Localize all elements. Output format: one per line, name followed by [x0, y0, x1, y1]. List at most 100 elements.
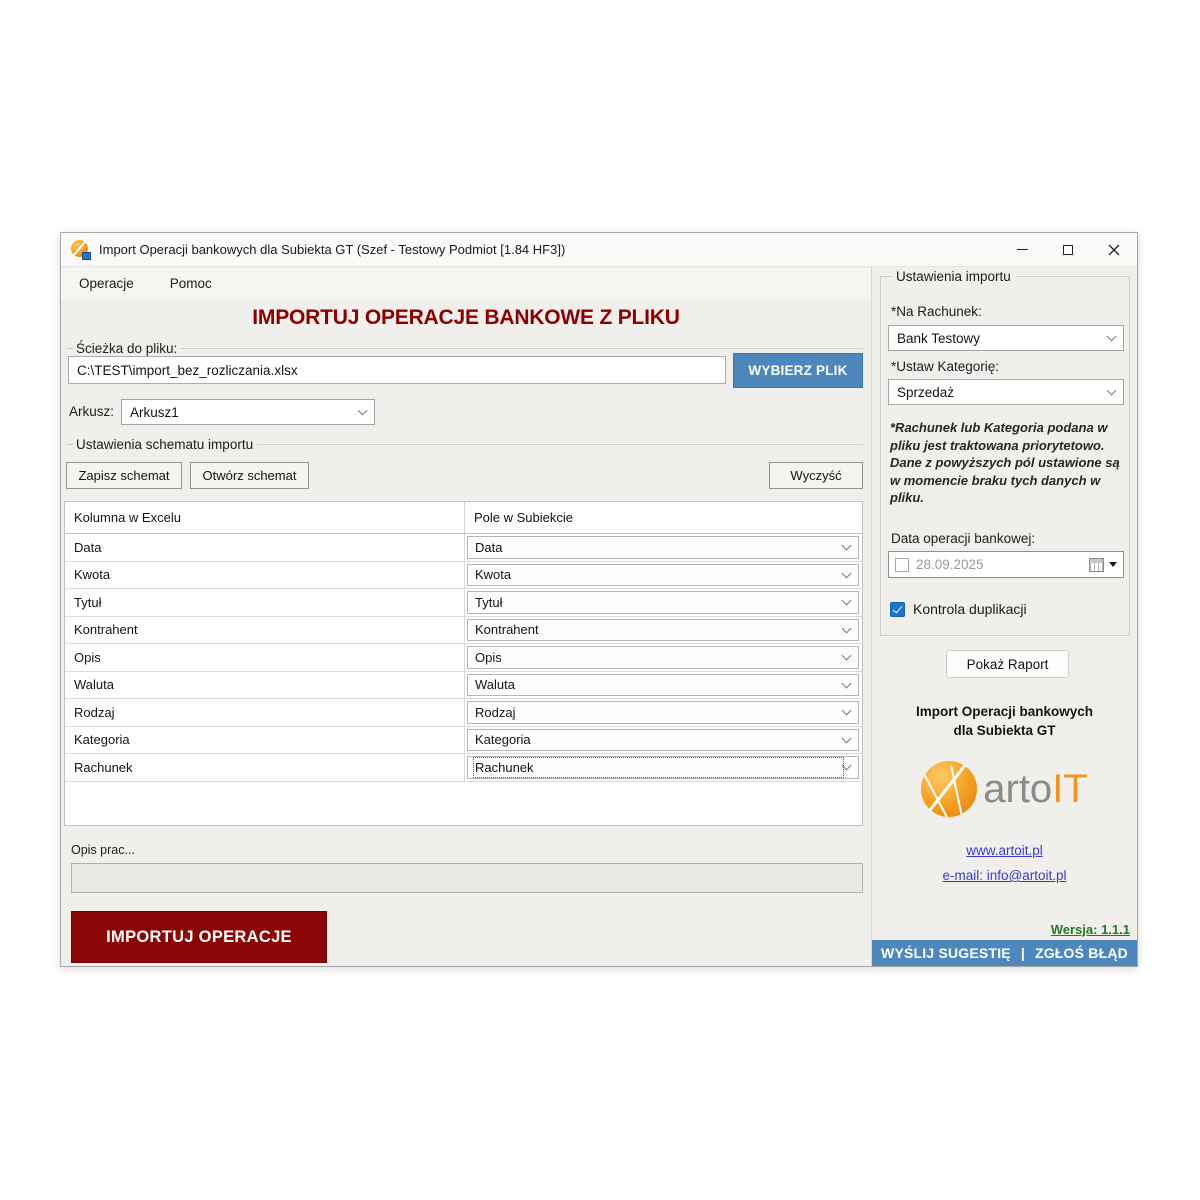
- progress-bar: [71, 863, 863, 893]
- chevron-down-icon: [358, 406, 368, 416]
- excel-column-cell: Rodzaj: [65, 699, 465, 726]
- window-title: Import Operacji bankowych dla Subiekta G…: [99, 242, 565, 257]
- excel-column-cell: Kontrahent: [65, 617, 465, 644]
- subiekt-field-value: Tytuł: [474, 593, 843, 612]
- subiekt-field-value: Kontrahent: [474, 620, 843, 639]
- subiekt-field-combo[interactable]: Waluta: [467, 674, 859, 697]
- mapping-rows: Data Data Kwota Kwota Tytuł Tytuł Kontra…: [65, 534, 862, 782]
- table-row: Waluta Waluta: [65, 672, 862, 700]
- choose-file-button[interactable]: WYBIERZ PLIK: [733, 353, 863, 388]
- chevron-down-icon: [842, 623, 852, 633]
- excel-column-cell: Kategoria: [65, 727, 465, 754]
- date-checkbox[interactable]: [895, 558, 909, 572]
- sheet-select-value: Arkusz1: [130, 405, 179, 420]
- subiekt-field-combo[interactable]: Kategoria: [467, 729, 859, 752]
- footer-separator: |: [1021, 945, 1025, 961]
- subiekt-field-combo[interactable]: Kontrahent: [467, 619, 859, 642]
- app-logo-icon: [71, 240, 91, 260]
- chevron-down-icon: [842, 568, 852, 578]
- table-row: Rachunek Rachunek: [65, 754, 862, 782]
- sheet-select[interactable]: Arkusz1: [121, 399, 375, 425]
- subiekt-field-combo[interactable]: Tytuł: [467, 591, 859, 614]
- chevron-down-icon: [842, 651, 852, 661]
- table-row: Tytuł Tytuł: [65, 589, 862, 617]
- main-area: Operacje Pomoc IMPORTUJ OPERACJE BANKOWE…: [61, 267, 871, 966]
- logo-text-orange: IT: [1052, 767, 1088, 811]
- email-link[interactable]: e-mail: info@artoit.pl: [943, 868, 1067, 883]
- subiekt-field-value: Kategoria: [474, 730, 843, 749]
- duplicate-check-checkbox[interactable]: [890, 602, 905, 617]
- open-schema-button[interactable]: Otwórz schemat: [190, 462, 309, 489]
- send-suggestion-link[interactable]: WYŚLIJ SUGESTIĘ: [881, 945, 1011, 961]
- logo-text-gray: arto: [983, 767, 1052, 811]
- website-link[interactable]: www.artoit.pl: [966, 843, 1043, 858]
- version-link[interactable]: Wersja: 1.1.1: [1051, 922, 1130, 937]
- excel-column-cell: Data: [65, 534, 465, 561]
- minimize-button[interactable]: [999, 233, 1045, 266]
- import-operations-button[interactable]: IMPORTUJ OPERACJE: [71, 911, 327, 963]
- date-value: 28.09.2025: [916, 557, 1089, 572]
- minimize-icon: [1017, 249, 1028, 251]
- mapping-table-header: Kolumna w Excelu Pole w Subiekcie: [65, 502, 862, 534]
- operation-date-picker[interactable]: 28.09.2025: [888, 551, 1124, 578]
- chevron-down-icon: [842, 541, 852, 551]
- window-content: Operacje Pomoc IMPORTUJ OPERACJE BANKOWE…: [61, 267, 1137, 966]
- account-select-value: Bank Testowy: [897, 331, 980, 346]
- menu-pomoc[interactable]: Pomoc: [166, 273, 216, 294]
- excel-column-cell: Kwota: [65, 562, 465, 589]
- menubar: Operacje Pomoc: [61, 268, 871, 299]
- date-dropdown-arrow-icon[interactable]: [1109, 562, 1117, 567]
- window-controls: [999, 233, 1137, 266]
- chevron-down-icon: [842, 733, 852, 743]
- close-button[interactable]: [1091, 233, 1137, 266]
- save-schema-button[interactable]: Zapisz schemat: [66, 462, 182, 489]
- menu-operacje[interactable]: Operacje: [75, 273, 138, 294]
- show-report-button[interactable]: Pokaż Raport: [946, 650, 1069, 678]
- footer-bar: WYŚLIJ SUGESTIĘ | ZGŁOŚ BŁĄD: [872, 940, 1137, 966]
- category-select[interactable]: Sprzedaż: [888, 379, 1124, 405]
- clear-button[interactable]: Wyczyść: [769, 462, 863, 489]
- excel-column-cell: Tytuł: [65, 589, 465, 616]
- maximize-button[interactable]: [1045, 233, 1091, 266]
- subiekt-field-combo[interactable]: Rachunek: [467, 756, 859, 779]
- subiekt-field-header: Pole w Subiekcie: [465, 502, 862, 533]
- sheet-label: Arkusz:: [69, 404, 114, 419]
- account-label: *Na Rachunek:: [891, 304, 982, 319]
- duplicate-check-row: Kontrola duplikacji: [890, 601, 1027, 617]
- report-bug-link[interactable]: ZGŁOŚ BŁĄD: [1035, 945, 1128, 961]
- subiekt-field-value: Opis: [474, 648, 843, 667]
- artoit-sphere-icon: [921, 761, 977, 817]
- schema-group: Ustawienia schematu importu: [67, 437, 863, 452]
- progress-label: Opis prac...: [71, 843, 135, 857]
- category-select-value: Sprzedaż: [897, 385, 954, 400]
- excel-column-cell: Waluta: [65, 672, 465, 699]
- subiekt-field-combo[interactable]: Data: [467, 536, 859, 559]
- app-window: Import Operacji bankowych dla Subiekta G…: [60, 232, 1138, 967]
- duplicate-check-label: Kontrola duplikacji: [913, 601, 1027, 617]
- subiekt-field-combo[interactable]: Rodzaj: [467, 701, 859, 724]
- table-row: Rodzaj Rodzaj: [65, 699, 862, 727]
- chevron-down-icon: [842, 678, 852, 688]
- titlebar: Import Operacji bankowych dla Subiekta G…: [61, 233, 1137, 267]
- file-path-label: Ścieżka do pliku:: [76, 341, 181, 356]
- maximize-icon: [1063, 245, 1073, 255]
- close-icon: [1108, 244, 1120, 256]
- subiekt-field-combo[interactable]: Kwota: [467, 564, 859, 587]
- priority-note: *Rachunek lub Kategoria podana w pliku j…: [890, 419, 1122, 507]
- account-select[interactable]: Bank Testowy: [888, 325, 1124, 351]
- subiekt-field-value: Kwota: [474, 565, 843, 584]
- subiekt-field-value: Waluta: [474, 675, 843, 694]
- page-background: Import Operacji bankowych dla Subiekta G…: [0, 0, 1200, 1200]
- subiekt-field-value: Rodzaj: [474, 703, 843, 722]
- subiekt-field-value: Rachunek: [474, 758, 843, 777]
- category-label: *Ustaw Kategorię:: [891, 359, 999, 374]
- import-settings-group: Ustawienia importu *Na Rachunek: Bank Te…: [880, 276, 1130, 636]
- chevron-down-icon: [1107, 332, 1117, 342]
- excel-column-cell: Rachunek: [65, 754, 465, 781]
- subiekt-field-combo[interactable]: Opis: [467, 646, 859, 669]
- chevron-down-icon: [842, 596, 852, 606]
- excel-column-cell: Opis: [65, 644, 465, 671]
- table-row: Kontrahent Kontrahent: [65, 617, 862, 645]
- calendar-icon: [1089, 558, 1104, 572]
- file-path-input[interactable]: [68, 356, 726, 384]
